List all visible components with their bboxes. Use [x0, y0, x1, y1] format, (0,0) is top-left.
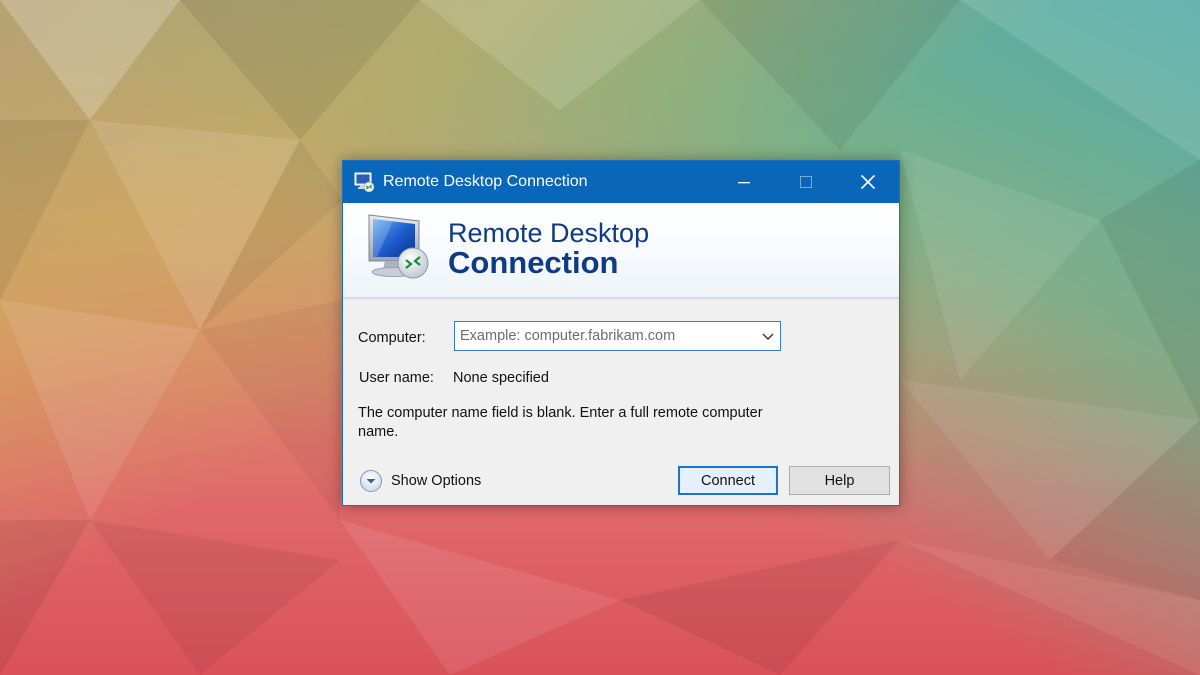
- computer-combobox[interactable]: [454, 321, 781, 351]
- username-label: User name:: [359, 370, 434, 386]
- chevron-down-circle-icon: [360, 470, 382, 492]
- help-button[interactable]: Help: [789, 466, 890, 495]
- remote-desktop-monitor-icon: [368, 214, 429, 279]
- banner-title-line2: Connection: [448, 245, 619, 280]
- banner-divider: [343, 297, 899, 300]
- show-options-toggle[interactable]: Show Options: [359, 468, 481, 494]
- close-button[interactable]: [837, 161, 899, 203]
- computer-input[interactable]: [455, 322, 755, 350]
- status-message: The computer name field is blank. Enter …: [358, 405, 763, 440]
- connect-button[interactable]: Connect: [678, 466, 778, 495]
- show-options-label: Show Options: [391, 473, 482, 489]
- banner-header: Remote Desktop Connection: [343, 203, 899, 297]
- window-title: Remote Desktop Connection: [383, 173, 588, 190]
- close-icon: [860, 174, 876, 190]
- minimize-icon: [738, 182, 750, 184]
- remote-desktop-window: Remote Desktop Connection Remote Desktop…: [342, 160, 900, 506]
- title-bar[interactable]: Remote Desktop Connection: [343, 161, 899, 203]
- username-value: None specified: [453, 370, 549, 386]
- maximize-icon: [800, 176, 812, 188]
- minimize-button[interactable]: [713, 161, 775, 203]
- chevron-down-icon[interactable]: [760, 328, 776, 344]
- maximize-button[interactable]: [775, 161, 837, 203]
- remote-desktop-app-icon: [354, 172, 375, 193]
- computer-label: Computer:: [358, 330, 426, 346]
